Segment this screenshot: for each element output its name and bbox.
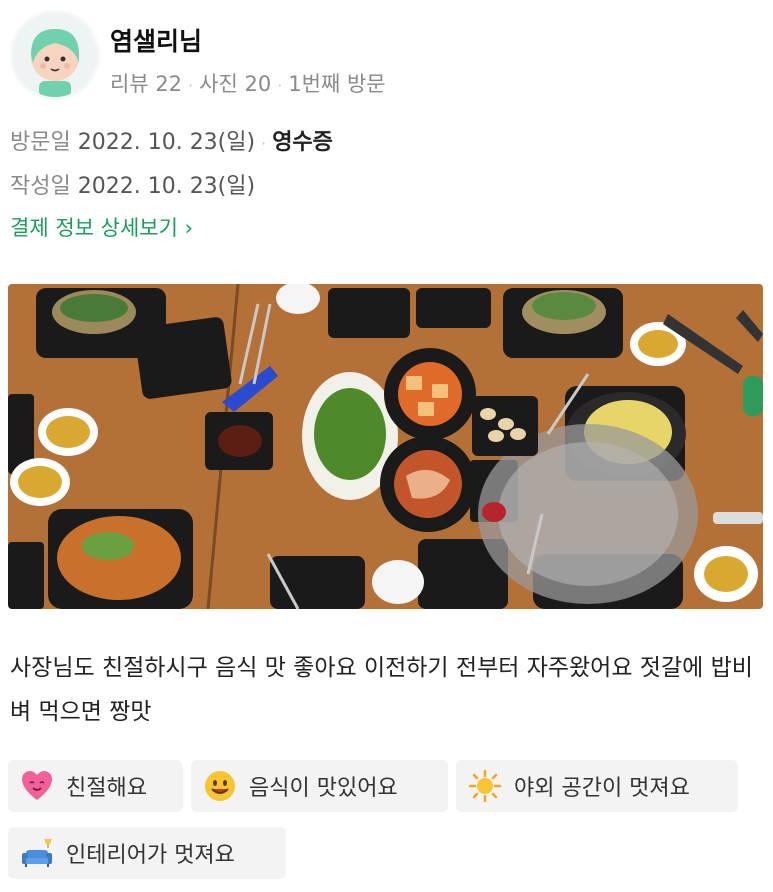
tag-food[interactable]: 음식이 맛있어요 [191, 760, 448, 812]
sofa-icon [20, 836, 54, 870]
tag-label: 야외 공간이 멋져요 [514, 776, 690, 801]
photo-count: 사진 20 [199, 72, 272, 96]
review-header: 염샐리님 리뷰 22 · 사진 20 · 1번째 방문 [10, 10, 770, 100]
visit-date-row: 방문일 2022. 10. 23(일) · 영수증 [10, 124, 333, 156]
tag-kind[interactable]: 친절해요 [8, 760, 183, 812]
receipt-badge[interactable]: 영수증 [272, 130, 333, 155]
visit-date-label: 방문일 [10, 130, 71, 155]
smile-icon [203, 769, 237, 803]
tag-label: 친절해요 [66, 776, 147, 801]
heart-face-icon [20, 769, 54, 803]
tag-interior[interactable]: 인테리어가 멋져요 [8, 827, 286, 879]
visit-count: 1번째 방문 [288, 72, 386, 96]
tag-label: 인테리어가 멋져요 [66, 843, 235, 868]
user-stats: 리뷰 22 · 사진 20 · 1번째 방문 [110, 68, 386, 98]
review-count: 리뷰 22 [110, 72, 183, 96]
sun-icon [468, 769, 502, 803]
separator-dot: · [188, 76, 194, 95]
written-date-label: 작성일 [10, 174, 71, 199]
tag-label: 음식이 맛있어요 [249, 776, 398, 801]
avatar[interactable] [10, 10, 100, 100]
tag-outdoor[interactable]: 야외 공간이 멋져요 [456, 760, 738, 812]
written-date: 2022. 10. 23(일) [77, 174, 256, 199]
separator-dot: · [277, 76, 283, 95]
review-photo[interactable] [8, 284, 763, 609]
payment-detail-link[interactable]: 결제 정보 상세보기 › [10, 212, 193, 242]
user-name[interactable]: 염샐리님 [110, 22, 202, 58]
visit-date: 2022. 10. 23(일) [77, 130, 256, 155]
written-date-row: 작성일 2022. 10. 23(일) [10, 168, 255, 200]
separator-dot: · [261, 134, 267, 153]
review-text: 사장님도 친절하시구 음식 맛 좋아요 이전하기 전부터 자주왔어요 젓갈에 밥… [10, 655, 753, 725]
